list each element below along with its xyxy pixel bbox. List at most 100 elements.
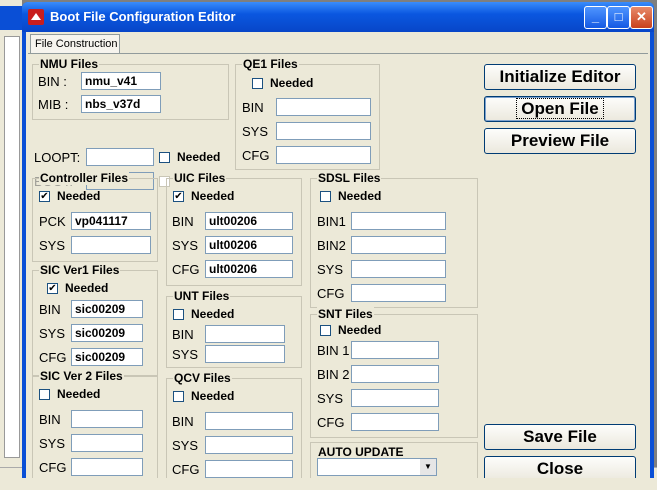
nmu-mib-label: MIB : <box>38 97 69 112</box>
close-button[interactable]: Close <box>484 456 636 478</box>
auto-update-group: AUTO UPDATE ▼ <box>310 442 478 478</box>
uic-needed-checkbox[interactable]: ✔ <box>173 191 184 202</box>
sic-ver1-needed-checkbox[interactable]: ✔ <box>47 283 58 294</box>
qe1-bin-field[interactable] <box>276 98 371 116</box>
sic-ver1-sys-field[interactable]: sic00209 <box>71 324 143 342</box>
controller-sys-field[interactable] <box>71 236 151 254</box>
preview-file-button[interactable]: Preview File <box>484 128 636 154</box>
unt-files-title: UNT Files <box>173 289 231 303</box>
sic-ver1-files-title: SIC Ver1 Files <box>39 263 121 277</box>
snt-bin1-label: BIN 1 <box>317 343 350 358</box>
qcv-cfg-label: CFG <box>172 462 200 477</box>
qcv-sys-label: SYS <box>172 438 199 453</box>
controller-needed-checkbox[interactable]: ✔ <box>39 191 50 202</box>
uic-files-title: UIC Files <box>173 171 227 185</box>
qcv-cfg-field[interactable] <box>205 460 293 478</box>
controller-pck-field[interactable]: vp041117 <box>71 212 151 230</box>
sic-ver1-bin-label: BIN <box>39 302 61 317</box>
sic-ver2-files-title: SIC Ver 2 Files <box>39 369 124 383</box>
background-window-titlebar <box>0 6 22 30</box>
nmu-mib-field[interactable]: nbs_v37d <box>81 95 161 113</box>
qcv-bin-field[interactable] <box>205 412 293 430</box>
qe1-cfg-field[interactable] <box>276 146 371 164</box>
sdsl-bin2-field[interactable] <box>351 236 446 254</box>
snt-files-group: SNT Files Needed BIN 1 BIN 2 SYS CFG <box>310 307 478 438</box>
qe1-sys-label: SYS <box>242 124 269 139</box>
background-window-panel <box>4 36 20 458</box>
uic-bin-field[interactable]: ult00206 <box>205 212 293 230</box>
unt-needed-checkbox[interactable] <box>173 309 184 320</box>
nmu-files-group: NMU Files BIN : nmu_v41 MIB : nbs_v37d <box>32 57 229 120</box>
nmu-bin-label: BIN : <box>38 74 67 89</box>
sic-ver1-cfg-field[interactable]: sic00209 <box>71 348 143 366</box>
sdsl-files-group: SDSL Files Needed BIN1 BIN2 SYS CFG <box>310 171 478 308</box>
sdsl-cfg-field[interactable] <box>351 284 446 302</box>
snt-bin2-label: BIN 2 <box>317 367 350 382</box>
title-bar[interactable]: Boot File Configuration Editor _ □ ✕ <box>22 2 654 32</box>
sic-ver2-sys-field[interactable] <box>71 434 143 452</box>
tab-panel: NMU Files BIN : nmu_v41 MIB : nbs_v37d L… <box>28 53 648 478</box>
sdsl-sys-field[interactable] <box>351 260 446 278</box>
save-file-button[interactable]: Save File <box>484 424 636 450</box>
tab-file-construction[interactable]: File Construction <box>30 34 120 53</box>
unt-sys-field[interactable] <box>205 345 285 363</box>
snt-needed-checkbox[interactable] <box>320 325 331 336</box>
qcv-needed-checkbox[interactable] <box>173 391 184 402</box>
uic-sys-field[interactable]: ult00206 <box>205 236 293 254</box>
controller-needed-label: Needed <box>57 189 101 203</box>
controller-files-title: Controller Files <box>39 171 130 185</box>
auto-update-title: AUTO UPDATE <box>317 445 405 459</box>
loopt-needed-checkbox[interactable] <box>159 152 170 163</box>
nmu-bin-field[interactable]: nmu_v41 <box>81 72 161 90</box>
chevron-down-icon[interactable]: ▼ <box>420 459 436 475</box>
sic-ver1-files-group: SIC Ver1 Files ✔ Needed BIN sic00209 SYS… <box>32 263 158 376</box>
snt-files-title: SNT Files <box>317 307 374 321</box>
qe1-cfg-label: CFG <box>242 148 270 163</box>
snt-sys-field[interactable] <box>351 389 439 407</box>
window-client-area: File Construction NMU Files BIN : nmu_v4… <box>26 32 650 478</box>
snt-bin1-field[interactable] <box>351 341 439 359</box>
controller-pck-label: PCK <box>39 214 66 229</box>
unt-needed-label: Needed <box>191 307 235 321</box>
controller-sys-label: SYS <box>39 238 66 253</box>
loopt-needed-label: Needed <box>177 150 221 164</box>
open-file-button[interactable]: Open File <box>484 96 636 122</box>
qe1-files-title: QE1 Files <box>242 57 299 71</box>
unt-sys-label: SYS <box>172 347 199 362</box>
window-title: Boot File Configuration Editor <box>50 9 236 24</box>
sic-ver2-needed-label: Needed <box>57 387 101 401</box>
sic-ver2-needed-checkbox[interactable] <box>39 389 50 400</box>
snt-sys-label: SYS <box>317 391 344 406</box>
snt-bin2-field[interactable] <box>351 365 439 383</box>
sic-ver1-bin-field[interactable]: sic00209 <box>71 300 143 318</box>
qe1-sys-field[interactable] <box>276 122 371 140</box>
app-icon <box>28 9 44 25</box>
qcv-files-title: QCV Files <box>173 371 232 385</box>
unt-bin-label: BIN <box>172 327 194 342</box>
snt-cfg-label: CFG <box>317 415 345 430</box>
sdsl-needed-checkbox[interactable] <box>320 191 331 202</box>
maximize-button[interactable]: □ <box>607 6 630 29</box>
sic-ver2-files-group: SIC Ver 2 Files Needed BIN SYS CFG <box>32 369 158 478</box>
snt-cfg-field[interactable] <box>351 413 439 431</box>
minimize-button[interactable]: _ <box>584 6 607 29</box>
initialize-editor-button[interactable]: Initialize Editor <box>484 64 636 90</box>
loopt-label: LOOPT: <box>34 150 81 165</box>
close-window-button[interactable]: ✕ <box>630 6 653 29</box>
unt-bin-field[interactable] <box>205 325 285 343</box>
uic-needed-label: Needed <box>191 189 235 203</box>
sic-ver2-cfg-field[interactable] <box>71 458 143 476</box>
qe1-needed-checkbox[interactable] <box>252 78 263 89</box>
uic-cfg-field[interactable]: ult00206 <box>205 260 293 278</box>
sdsl-bin1-label: BIN1 <box>317 214 346 229</box>
qcv-sys-field[interactable] <box>205 436 293 454</box>
qe1-bin-label: BIN <box>242 100 264 115</box>
auto-update-dropdown[interactable]: ▼ <box>317 458 437 476</box>
qcv-needed-label: Needed <box>191 389 235 403</box>
uic-cfg-label: CFG <box>172 262 200 277</box>
sic-ver2-bin-field[interactable] <box>71 410 143 428</box>
loopt-field[interactable] <box>86 148 154 166</box>
sdsl-bin1-field[interactable] <box>351 212 446 230</box>
sic-ver2-bin-label: BIN <box>39 412 61 427</box>
uic-bin-label: BIN <box>172 214 194 229</box>
